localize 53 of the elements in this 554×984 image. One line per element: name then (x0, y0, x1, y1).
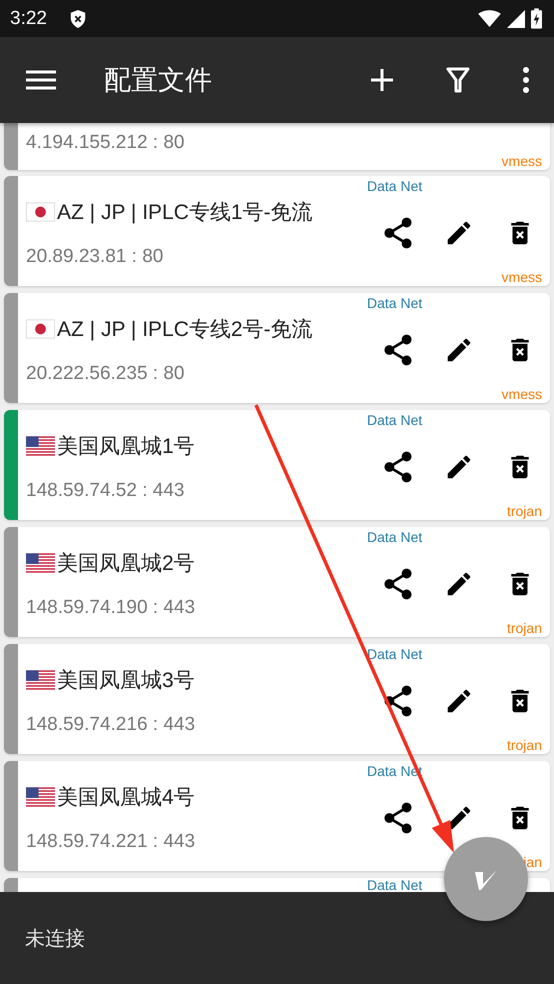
share-icon (383, 568, 413, 600)
menu-icon (26, 70, 56, 90)
profile-card[interactable]: Data Net 美国凤凰城2号 148.59.74.190 : 443 trojan (4, 527, 550, 637)
profile-card[interactable]: 4.194.155.212 : 80 vmess (4, 123, 550, 170)
server-address: 4.194.155.212 : 80 (26, 132, 184, 154)
share-icon (383, 451, 413, 483)
network-label: Data Net (367, 295, 422, 311)
server-address: 148.59.74.216 : 443 (26, 714, 196, 736)
network-label: Data Net (367, 412, 422, 428)
battery-icon (531, 8, 542, 29)
filter-icon (446, 67, 470, 93)
server-address: 20.222.56.235 : 80 (26, 363, 184, 385)
server-address: 148.59.74.190 : 443 (26, 597, 196, 619)
signal-icon (507, 10, 525, 28)
profile-name: AZ | JP | IPLC专线1号-免流 (57, 200, 313, 226)
flag-icon (26, 436, 55, 456)
share-icon (383, 217, 413, 249)
network-label: Data Net (367, 178, 422, 194)
profile-card[interactable]: Data Net AZ | JP | IPLC专线2号-免流 20.222.56.235 : 80 vmess (4, 293, 550, 403)
server-address: 148.59.74.221 : 443 (26, 831, 196, 853)
profile-name: 美国凤凰城3号 (57, 668, 195, 694)
profile-name: 美国凤凰城1号 (57, 434, 195, 460)
protocol-label: trojan (506, 737, 542, 753)
plus-icon (370, 68, 394, 92)
shield-icon (68, 8, 87, 28)
flag-icon (26, 319, 55, 339)
wifi-icon (478, 10, 501, 27)
flag-icon (26, 670, 55, 690)
flag-icon (26, 787, 55, 807)
screen-title: 配置文件 (104, 64, 212, 98)
profile-name: 美国凤凰城2号 (57, 551, 195, 577)
network-label: Data Net (367, 878, 422, 892)
flag-icon (26, 202, 55, 222)
profile-card[interactable]: Data Net AZ | JP | IPLC专线1号-免流 20.89.23.81 : 80 vmess (4, 176, 550, 286)
flag-icon (26, 553, 55, 573)
profile-card[interactable]: Data Net 美国凤凰城1号 148.59.74.52 : 443 trojan (4, 410, 550, 520)
clock: 3:22 (10, 8, 47, 30)
share-icon (383, 334, 413, 366)
share-icon (383, 802, 413, 834)
more-icon (522, 67, 530, 93)
profile-card[interactable]: Data Net 美国凤凰城3号 148.59.74.216 : 443 trojan (4, 644, 550, 754)
protocol-label: trojan (506, 503, 542, 519)
profile-name: 美国凤凰城4号 (57, 785, 195, 811)
protocol-label: trojan (506, 620, 542, 636)
profile-name: AZ | JP | IPLC专线2号-免流 (57, 317, 313, 343)
protocol-label: vmess (502, 269, 542, 285)
server-address: 20.89.23.81 : 80 (26, 246, 164, 268)
server-address: 148.59.74.52 : 443 (26, 480, 184, 502)
protocol-label: vmess (502, 153, 542, 169)
protocol-label: vmess (502, 386, 542, 402)
network-label: Data Net (367, 529, 422, 545)
connection-status: 未连接 (25, 924, 85, 952)
network-label: Data Net (367, 646, 422, 662)
